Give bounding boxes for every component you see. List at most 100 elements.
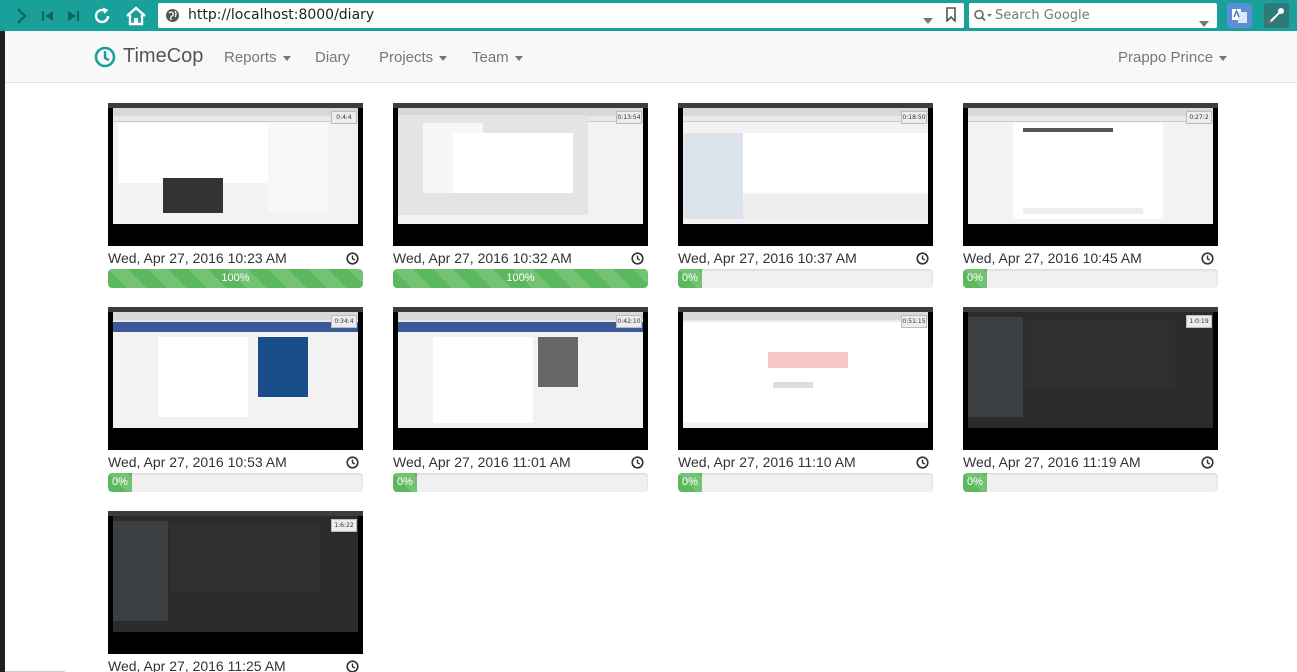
screenshot-content: [398, 322, 643, 332]
screenshot-content: [268, 123, 328, 213]
clock-icon[interactable]: [916, 252, 929, 270]
search-bar[interactable]: Search Google: [969, 3, 1217, 28]
brand-name: TimeCop: [123, 45, 204, 67]
progress-bar: 0%: [963, 473, 987, 492]
clock-icon[interactable]: [346, 660, 359, 672]
skip-back-icon[interactable]: [38, 0, 58, 31]
screenshot-content: [258, 337, 308, 397]
entry-caption: Wed, Apr 27, 2016 10:53 AM: [108, 452, 363, 472]
tab-strip: [683, 108, 928, 116]
nav-diary-label: Diary: [315, 49, 351, 66]
bookmark-icon[interactable]: [946, 7, 956, 27]
timecop-logo-icon: [94, 46, 116, 67]
progress-bar: 0%: [678, 269, 702, 288]
tab-strip: [683, 312, 928, 320]
clock-icon[interactable]: [346, 456, 359, 474]
entry-caption: Wed, Apr 27, 2016 10:37 AM: [678, 248, 933, 268]
nav-diary[interactable]: Diary: [315, 49, 350, 66]
brand-link[interactable]: TimeCop: [94, 45, 203, 68]
timer-overlay: 0:42:10: [616, 315, 642, 328]
app-navbar: TimeCop Reports Diary Projects Team Prap…: [5, 31, 1297, 83]
screenshot-content: [683, 133, 743, 219]
nav-user-menu[interactable]: Prappo Prince: [1118, 49, 1228, 66]
screenshot-thumbnail[interactable]: 0:13:54: [393, 103, 648, 246]
screenshot-thumbnail[interactable]: 1:0:19: [963, 307, 1218, 450]
screenshot-thumbnail[interactable]: 0:18:50: [678, 103, 933, 246]
entry-caption: Wed, Apr 27, 2016 10:45 AM: [963, 248, 1218, 268]
page: TimeCop Reports Diary Projects Team Prap…: [5, 31, 1297, 672]
entry-timestamp: Wed, Apr 27, 2016 11:19 AM: [963, 454, 1141, 470]
activity-progress: 0%: [678, 473, 933, 492]
clock-icon[interactable]: [631, 252, 644, 270]
screenshot-thumbnail[interactable]: 0:34:4: [108, 307, 363, 450]
entry-caption: Wed, Apr 27, 2016 11:10 AM: [678, 452, 933, 472]
entry-caption: Wed, Apr 27, 2016 10:32 AM: [393, 248, 648, 268]
timer-overlay: 1:0:19: [1186, 315, 1212, 328]
browser-toolbar: http://localhost:8000/diary Search Googl…: [0, 0, 1297, 31]
screenshot-content: [113, 521, 168, 621]
caret-down-icon: [514, 55, 523, 61]
nav-projects[interactable]: Projects: [379, 49, 448, 66]
tab-strip: [113, 108, 358, 116]
clock-icon[interactable]: [916, 456, 929, 474]
nav-team-label: Team: [472, 49, 509, 66]
progress-bar: 0%: [963, 269, 987, 288]
clock-icon[interactable]: [1201, 456, 1214, 474]
progress-bar: 100%: [108, 269, 363, 288]
nav-reports[interactable]: Reports: [224, 49, 291, 66]
home-icon[interactable]: [124, 0, 148, 31]
timer-overlay: 0:18:50: [901, 111, 927, 124]
screenshot-content: [433, 337, 533, 423]
screenshot-thumbnail[interactable]: 0:51:15: [678, 307, 933, 450]
screenshot-content: [683, 322, 928, 422]
timer-overlay: 0:34:4: [331, 315, 357, 328]
url-dropdown-icon[interactable]: [923, 11, 933, 29]
screenshot-thumbnail[interactable]: 0:42:10: [393, 307, 648, 450]
entry-caption: Wed, Apr 27, 2016 11:01 AM: [393, 452, 648, 472]
nav-projects-label: Projects: [379, 49, 434, 66]
search-input[interactable]: Search Google: [995, 8, 1090, 23]
entry-timestamp: Wed, Apr 27, 2016 11:10 AM: [678, 454, 856, 470]
activity-progress: 100%: [393, 269, 648, 288]
entry-timestamp: Wed, Apr 27, 2016 10:32 AM: [393, 250, 572, 266]
screenshot-thumbnail[interactable]: 0:4:4: [108, 103, 363, 246]
progress-bar: 0%: [108, 473, 132, 492]
screenshot-thumbnail[interactable]: 1:6:22: [108, 511, 363, 654]
nav-team[interactable]: Team: [472, 49, 523, 66]
caret-down-icon: [1219, 55, 1228, 61]
address-bar[interactable]: http://localhost:8000/diary: [158, 3, 964, 28]
screenshot-thumbnail[interactable]: 0:27:2: [963, 103, 1218, 246]
url-text[interactable]: http://localhost:8000/diary: [188, 7, 374, 23]
color-picker-icon[interactable]: [1264, 3, 1289, 28]
reload-icon[interactable]: [91, 0, 113, 31]
timer-overlay: 0:13:54: [616, 111, 642, 124]
progress-bar: 0%: [678, 473, 702, 492]
search-icon: [973, 9, 993, 27]
screenshot-content: [118, 123, 268, 183]
screenshot-content: [170, 523, 320, 593]
entry-caption: Wed, Apr 27, 2016 11:25 AM: [108, 656, 363, 672]
address-strip: [113, 116, 358, 122]
tab-strip: [113, 312, 358, 320]
screenshot-content: [1025, 319, 1175, 389]
back-icon[interactable]: [10, 0, 32, 31]
activity-progress: 0%: [393, 473, 648, 492]
tab-strip: [968, 108, 1213, 116]
clock-icon[interactable]: [346, 252, 359, 270]
clock-icon[interactable]: [631, 456, 644, 474]
caret-down-icon: [282, 55, 291, 61]
screenshot-content: [158, 337, 248, 417]
entry-timestamp: Wed, Apr 27, 2016 10:23 AM: [108, 250, 287, 266]
translate-icon[interactable]: [1227, 3, 1252, 28]
screenshot-content: [453, 133, 573, 193]
screenshot-content: [1023, 128, 1113, 132]
entry-timestamp: Wed, Apr 27, 2016 11:25 AM: [108, 658, 286, 672]
activity-progress: 0%: [963, 269, 1218, 288]
nav-reports-label: Reports: [224, 49, 277, 66]
screenshot-content: [538, 337, 578, 387]
skip-forward-icon[interactable]: [63, 0, 83, 31]
entry-timestamp: Wed, Apr 27, 2016 10:45 AM: [963, 250, 1142, 266]
search-dropdown-icon[interactable]: [1199, 14, 1209, 32]
clock-icon[interactable]: [1201, 252, 1214, 270]
screenshot-content: [968, 317, 1023, 417]
